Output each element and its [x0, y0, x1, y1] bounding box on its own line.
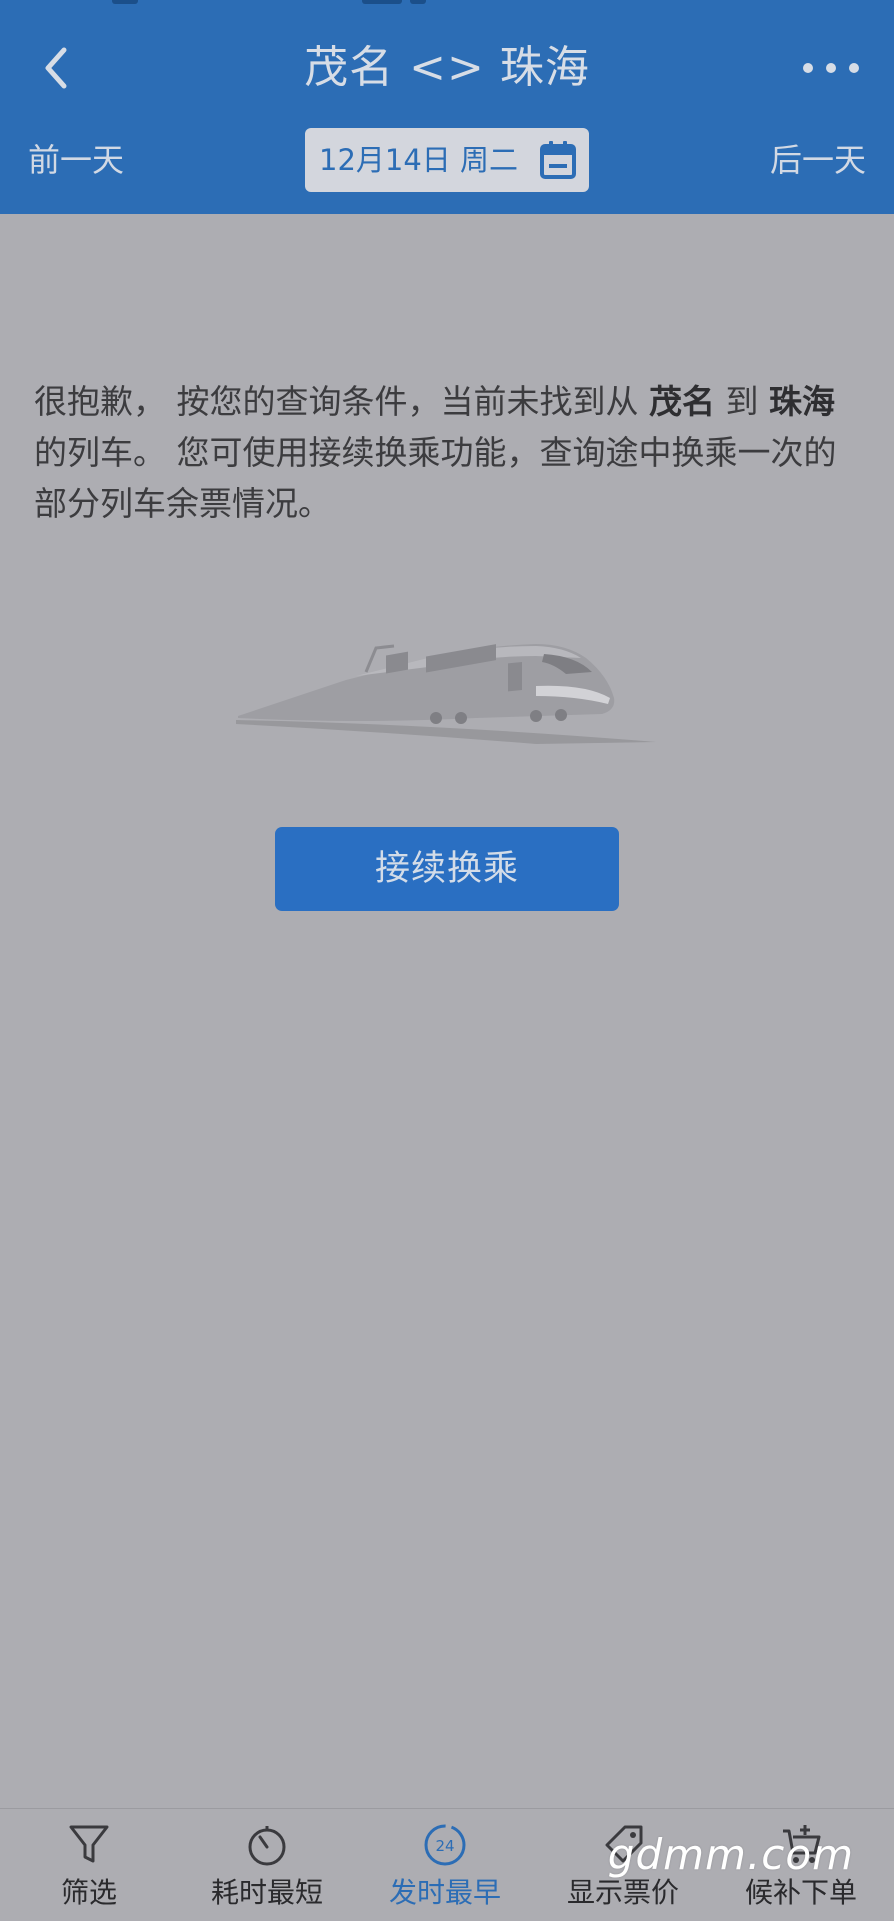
clock-24-icon: 24	[424, 1824, 466, 1866]
page-title: 茂名 <> 珠海	[304, 42, 590, 93]
timer-icon	[248, 1826, 286, 1866]
next-day-button[interactable]: 后一天	[770, 136, 866, 184]
from-station: 茂名	[648, 382, 715, 421]
message-text-3: 的列车。 您可使用接续换乘功能，查询途中换乘一次的部分列车余票情况。	[34, 433, 837, 523]
date-label: 12月14日 周二	[319, 143, 519, 177]
chevron-left-icon	[45, 47, 67, 89]
svg-text:24: 24	[435, 1837, 454, 1855]
tab-earliest-departure[interactable]: 24 发时最早	[356, 1809, 534, 1921]
prev-day-button[interactable]: 前一天	[28, 136, 124, 184]
tab-shortest-duration[interactable]: 耗时最短	[178, 1809, 356, 1921]
status-bar-edge	[0, 0, 894, 6]
train-illustration	[236, 644, 656, 744]
date-picker[interactable]: 12月14日 周二	[305, 128, 589, 192]
no-results-message: 很抱歉， 按您的查询条件，当前未找到从 茂名 到 珠海 的列车。 您可使用接续换…	[34, 376, 864, 529]
calendar-icon	[540, 141, 576, 179]
back-button[interactable]	[28, 38, 88, 98]
tab-filter[interactable]: 筛选	[0, 1809, 178, 1921]
more-dots-icon	[803, 63, 859, 73]
message-text-1: 很抱歉， 按您的查询条件，当前未找到从	[34, 382, 649, 421]
tab-label: 发时最早	[388, 1876, 501, 1909]
site-watermark: gdmm.com	[607, 1830, 854, 1879]
filter-icon	[69, 1825, 109, 1863]
message-text-2: 到	[714, 382, 769, 421]
top-header: 茂名 <> 珠海 前一天 12月14日 周二 后一天	[0, 0, 894, 214]
to-station: 珠海	[768, 382, 835, 421]
transfer-search-button[interactable]: 接续换乘	[275, 827, 619, 911]
tab-label: 筛选	[60, 1876, 117, 1909]
more-options-button[interactable]	[798, 48, 868, 88]
tab-label: 耗时最短	[210, 1876, 323, 1909]
